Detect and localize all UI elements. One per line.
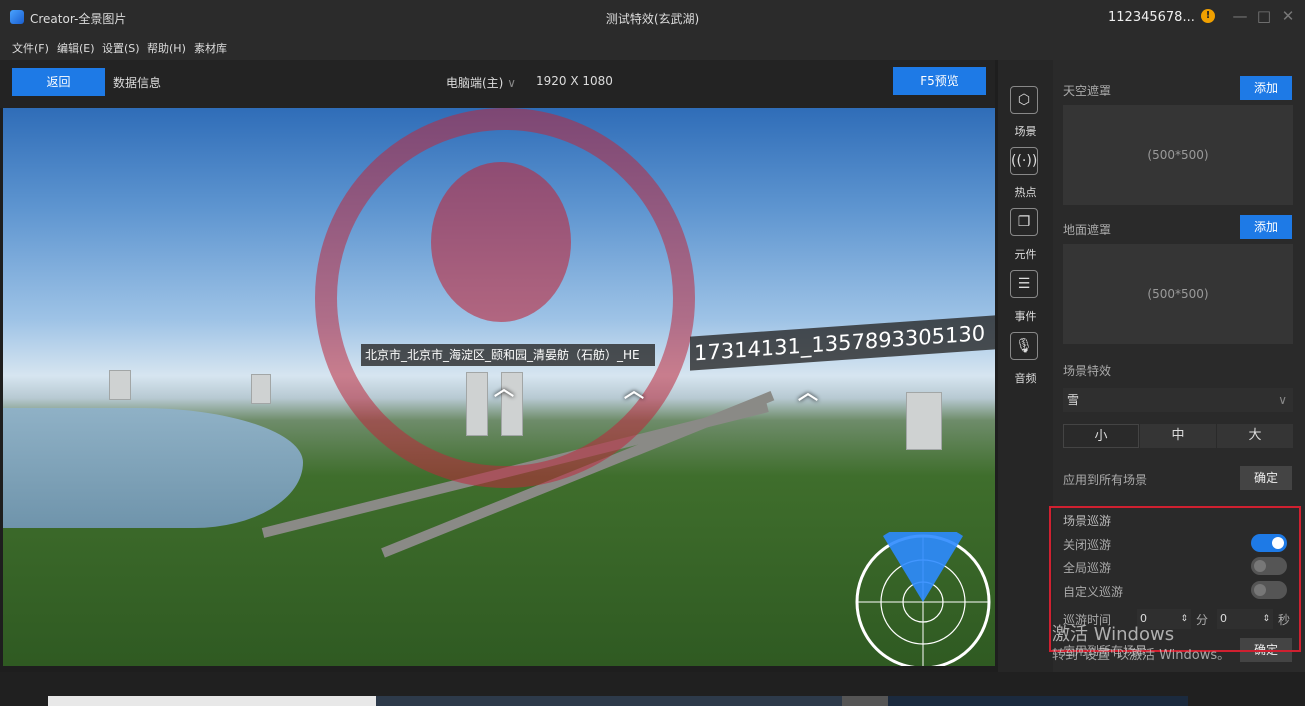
resolution-label: 1920 X 1080 (536, 74, 613, 88)
activate-windows-hint: 转到"设置"以激活 Windows。 (1052, 648, 1231, 663)
hotspot-label[interactable]: 北京市_北京市_海淀区_颐和园_清晏舫（石舫）_HE (361, 344, 655, 366)
menu-edit[interactable]: 编辑(E) (57, 40, 95, 56)
app-name: Creator-全景图片 (30, 12, 127, 26)
building (251, 374, 271, 404)
hotspot-arrow-icon[interactable]: ︿ (494, 372, 514, 401)
size-small-option[interactable]: 小 (1063, 424, 1139, 448)
add-ground-mask-button[interactable]: 添加 (1240, 215, 1292, 239)
hotspot-arrow-icon[interactable]: ︿ (798, 376, 818, 405)
app-logo-icon (10, 10, 24, 24)
side-tab-bar: ⬡ 场景 ((·)) 热点 ❐ 元件 ☰ 事件 🎙 音频 (998, 60, 1053, 672)
lake-area (3, 408, 303, 528)
menu-file[interactable]: 文件(F) (12, 40, 49, 56)
back-button[interactable]: 返回 (12, 68, 105, 96)
menu-settings[interactable]: 设置(S) (102, 40, 140, 56)
taskbar-item[interactable] (888, 696, 1188, 706)
layers-icon[interactable]: ❐ (1010, 208, 1038, 236)
location-pin-center (431, 162, 571, 322)
taskbar (0, 672, 1305, 706)
user-id[interactable]: 112345678... (1108, 10, 1195, 25)
hotspot-label[interactable]: 17314131_1357893305130《 (690, 315, 995, 371)
warning-badge-icon[interactable]: ! (1201, 9, 1215, 23)
device-label: 电脑端(主) (446, 76, 504, 90)
device-select[interactable]: 电脑端(主) ∨ (446, 74, 516, 91)
cube-icon[interactable]: ⬡ (1010, 86, 1038, 114)
ground-mask-dropzone[interactable]: (500*500) (1063, 244, 1293, 344)
sky-mask-dropzone[interactable]: (500*500) (1063, 105, 1293, 205)
minimize-icon[interactable]: — (1230, 6, 1250, 26)
broadcast-icon[interactable]: ((·)) (1010, 147, 1038, 175)
building (906, 392, 942, 450)
sky-mask-label: 天空遮罩 (1063, 84, 1112, 98)
add-sky-mask-button[interactable]: 添加 (1240, 76, 1292, 100)
list-icon[interactable]: ☰ (1010, 270, 1038, 298)
radar-icon[interactable] (853, 532, 993, 666)
tab-hotspot[interactable]: 热点 (998, 184, 1053, 200)
hotspot-arrow-icon[interactable]: ︿ (624, 374, 644, 403)
panorama-viewport[interactable]: 北京市_北京市_海淀区_颐和园_清晏舫（石舫）_HE 17314131_1357… (3, 108, 995, 666)
data-info-link[interactable]: 数据信息 (113, 74, 161, 91)
apply-all-label: 应用到所有场景 (1063, 473, 1148, 487)
maximize-icon[interactable]: □ (1254, 6, 1274, 26)
effect-value: 雪 (1067, 393, 1080, 407)
size-large-option[interactable]: 大 (1217, 424, 1293, 448)
menu-library[interactable]: 素材库 (194, 40, 227, 56)
menu-bar: 文件(F) 编辑(E) 设置(S) 帮助(H) 素材库 (0, 34, 1305, 60)
size-medium-option[interactable]: 中 (1140, 424, 1216, 448)
confirm-button[interactable]: 确定 (1240, 466, 1292, 490)
menu-help[interactable]: 帮助(H) (147, 40, 186, 56)
preview-button[interactable]: F5预览 (893, 67, 986, 95)
activate-windows-title: 激活 Windows (1052, 624, 1175, 645)
chevron-down-icon: ∨ (1278, 393, 1287, 407)
taskbar-item[interactable] (376, 696, 842, 706)
building (109, 370, 131, 400)
scene-effect-label: 场景特效 (1063, 364, 1112, 378)
taskbar-item[interactable] (48, 696, 376, 706)
editor-toolbar: 返回 数据信息 电脑端(主) ∨ 1920 X 1080 F5预览 (0, 60, 995, 108)
ground-mask-label: 地面遮罩 (1063, 223, 1112, 237)
tab-element[interactable]: 元件 (998, 246, 1053, 262)
taskbar-item[interactable] (842, 696, 888, 706)
tab-event[interactable]: 事件 (998, 308, 1053, 324)
chevron-down-icon: ∨ (507, 76, 516, 90)
effect-select[interactable]: 雪 ∨ (1063, 388, 1293, 412)
close-icon[interactable]: ✕ (1278, 6, 1298, 26)
microphone-icon[interactable]: 🎙 (1010, 332, 1038, 360)
tab-scene[interactable]: 场景 (998, 123, 1053, 139)
tab-audio[interactable]: 音频 (998, 370, 1053, 386)
title-bar: Creator-全景图片 测试特效(玄武湖) 112345678... ! — … (0, 0, 1305, 34)
